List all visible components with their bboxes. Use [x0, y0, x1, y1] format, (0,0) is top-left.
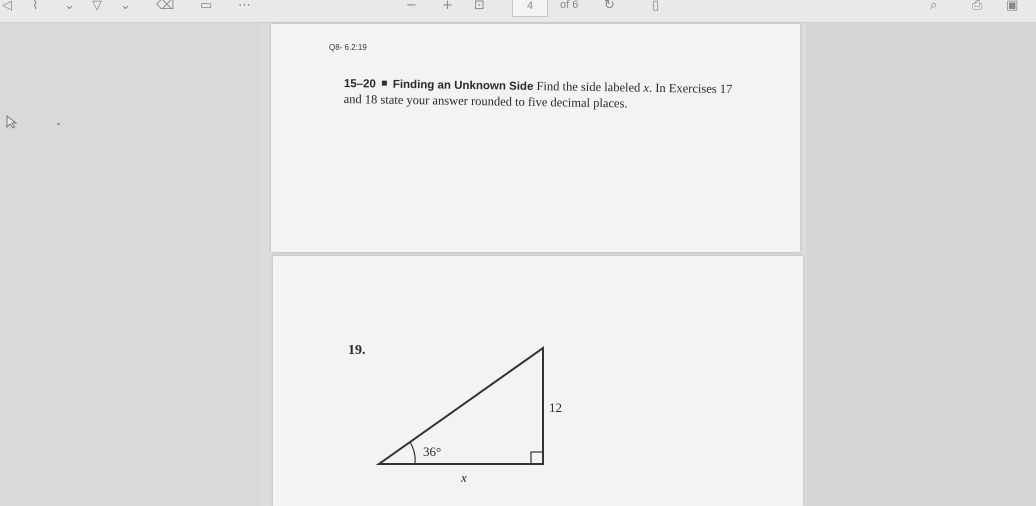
- zoom-out-icon[interactable]: −: [406, 0, 417, 14]
- chevron-down-icon[interactable]: ⌄: [64, 0, 75, 14]
- question-id: Q8- 6.2:19: [329, 43, 367, 52]
- chevron-down-icon[interactable]: ⌄: [120, 0, 131, 14]
- problem-statement: 15–20 Finding an Unknown Side Find the si…: [344, 76, 739, 113]
- document-page: 19. 36° 12 x: [273, 256, 803, 506]
- side-label: 12: [549, 400, 562, 415]
- left-gutter: [0, 23, 262, 506]
- exercise-number: 19.: [348, 343, 366, 358]
- problem-text: Find the side labeled: [536, 79, 644, 95]
- angle-label: 36°: [423, 444, 441, 459]
- page-number-input[interactable]: 4: [512, 0, 548, 17]
- toolbar: ◁ ⌇ ⌄ ▽ ⌄ ⌫ ▭ ⋯ − + ⊡ 4 of 6 ↻ ▯ ⌕ ⎙ ▣: [0, 0, 1036, 23]
- mouse-cursor-icon: [6, 115, 18, 129]
- right-gutter: [806, 23, 1036, 506]
- more-icon[interactable]: ⋯: [238, 0, 251, 14]
- page-total-label: of 6: [560, 0, 579, 11]
- pen-tool-icon[interactable]: ⌇: [32, 0, 38, 14]
- angle-arc: [409, 441, 416, 465]
- bullet-square-icon: [381, 80, 387, 86]
- right-triangle-figure: 36° 12 x: [375, 346, 562, 485]
- artifact-dot: [57, 123, 60, 125]
- highlight-tool-icon[interactable]: ▽: [92, 0, 102, 14]
- document-page: Q8- 6.2:19 15–20 Finding an Unknown Side …: [271, 24, 800, 252]
- base-label: x: [460, 470, 467, 485]
- right-angle-marker: [530, 451, 544, 465]
- triangle-outline: [375, 346, 544, 465]
- select-tool-icon[interactable]: ◁: [2, 0, 12, 14]
- problem-heading: Finding an Unknown Side: [392, 78, 534, 93]
- save-icon[interactable]: ▣: [1006, 0, 1018, 14]
- eraser-tool-icon[interactable]: ⌫: [156, 0, 174, 14]
- zoom-in-icon[interactable]: +: [442, 0, 453, 14]
- page-view-icon[interactable]: ▯: [652, 0, 659, 14]
- text-tool-icon[interactable]: ▭: [200, 0, 212, 14]
- rotate-icon[interactable]: ↻: [604, 0, 615, 14]
- fit-page-icon[interactable]: ⊡: [474, 0, 485, 14]
- problem-range: 15–20: [343, 77, 376, 91]
- print-icon[interactable]: ⎙: [972, 0, 982, 14]
- search-icon[interactable]: ⌕: [930, 0, 937, 14]
